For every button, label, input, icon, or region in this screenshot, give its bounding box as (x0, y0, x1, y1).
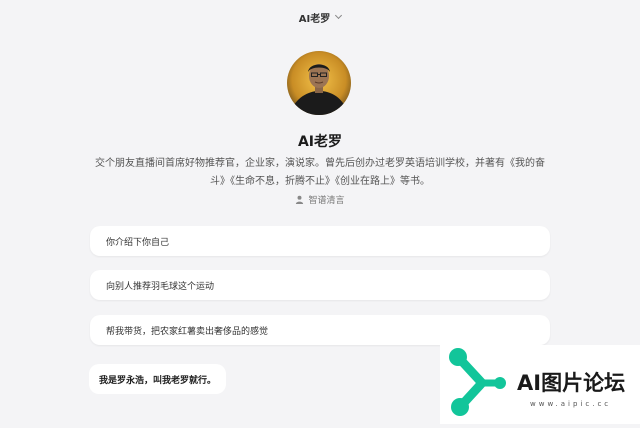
watermark-url: www.aipic.cc (530, 400, 612, 408)
suggestion-label: 帮我带货，把农家红薯卖出奢侈品的感觉 (106, 326, 269, 337)
suggestion-introduce[interactable]: 你介绍下你自己 (90, 226, 550, 256)
author-credit: 智谱清言 (0, 193, 640, 206)
avatar (287, 51, 351, 115)
suggestion-sell-sweet-potato[interactable]: 帮我带货，把农家红薯卖出奢侈品的感觉 (90, 315, 550, 345)
suggestion-label: 你介绍下你自己 (106, 237, 170, 248)
watermark-logo: AI图片论坛 www.aipic.cc (440, 345, 640, 424)
message-text: 我是罗永浩，叫我老罗就行。 (99, 375, 217, 386)
assistant-description: 交个朋友直播间首席好物推荐官，企业家，演说家。曾先后创办过老罗英语培训学校，并著… (95, 158, 545, 187)
person-icon (296, 195, 304, 204)
watermark-title: AI图片论坛 (517, 371, 626, 395)
assistant-message: 我是罗永浩，叫我老罗就行。 (89, 364, 227, 394)
network-logo-icon (449, 348, 506, 416)
chevron-down-icon (335, 11, 343, 20)
suggestion-label: 向别人推荐羽毛球这个运动 (106, 281, 215, 292)
assistant-switcher[interactable]: AI老罗 (0, 8, 640, 26)
suggestion-badminton[interactable]: 向别人推荐羽毛球这个运动 (90, 270, 550, 300)
assistant-name: AI老罗 (297, 134, 343, 150)
author-name: 智谱清言 (308, 196, 345, 206)
assistant-title: AI老罗 (298, 13, 331, 25)
